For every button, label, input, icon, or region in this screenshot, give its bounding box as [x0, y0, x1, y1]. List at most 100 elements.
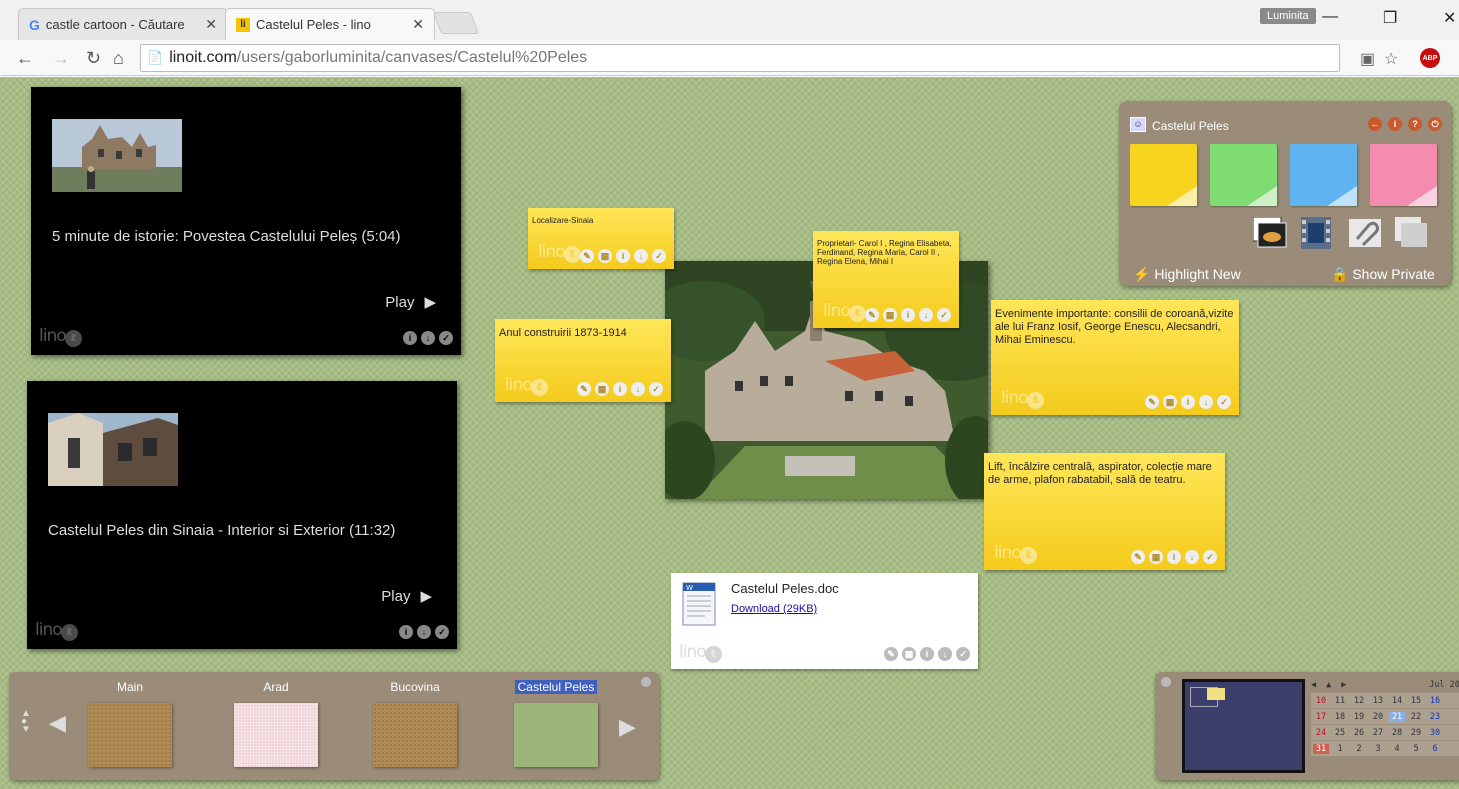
home-icon[interactable]: ▲	[1326, 680, 1331, 692]
pink-sticky-swatch[interactable]	[1370, 144, 1437, 206]
calendar-day[interactable]: 5	[1408, 744, 1424, 754]
calendar-day[interactable]: 22	[1408, 712, 1424, 722]
edit-icon[interactable]: ✎	[1145, 395, 1159, 409]
highlight-new-toggle[interactable]: ⚡ Highlight New	[1133, 266, 1241, 283]
calendar-icon[interactable]: ▦	[595, 382, 609, 396]
canvas-thumbnail[interactable]	[234, 703, 318, 767]
help-icon[interactable]: ?	[1408, 117, 1422, 131]
calendar-day[interactable]: 15	[1408, 696, 1424, 706]
restore-icon[interactable]: ❐	[1383, 8, 1397, 28]
check-icon[interactable]: ✓	[1203, 550, 1217, 564]
info-icon[interactable]: i	[399, 625, 413, 639]
address-bar[interactable]: 📄 linoit.com/users/gaborluminita/canvase…	[140, 44, 1340, 72]
calendar-day[interactable]: 13	[1370, 696, 1386, 706]
canvas-thumbnail[interactable]	[88, 703, 172, 767]
calendar-day[interactable]: 3	[1370, 744, 1386, 754]
yellow-sticky-swatch[interactable]	[1130, 144, 1197, 206]
info-icon[interactable]: i	[403, 331, 417, 345]
back-circle-icon[interactable]: ←	[1368, 117, 1382, 131]
calendar-day[interactable]: 26	[1351, 728, 1367, 738]
calendar-day[interactable]: 2	[1351, 744, 1367, 754]
calendar-day-today[interactable]: 21	[1389, 711, 1405, 722]
calendar-day[interactable]: 20	[1370, 712, 1386, 722]
download-icon[interactable]: ↓	[938, 647, 952, 661]
check-icon[interactable]: ✓	[649, 382, 663, 396]
forward-icon[interactable]: →	[52, 48, 70, 69]
image-tool-icon[interactable]	[1252, 216, 1287, 249]
canvas-tab-bucovina[interactable]: Bucovina	[369, 678, 461, 767]
reload-icon[interactable]: ↻	[86, 48, 101, 69]
canvas-minimap[interactable]	[1182, 679, 1305, 773]
download-icon[interactable]: ↓	[634, 249, 648, 263]
edit-icon[interactable]: ✎	[577, 382, 591, 396]
linoit-canvas[interactable]: 5 minute de istorie: Povestea Castelului…	[0, 77, 1459, 789]
download-icon[interactable]: ↓	[1199, 395, 1213, 409]
download-icon[interactable]: ↓	[421, 331, 435, 345]
adblock-icon[interactable]: ABP	[1420, 48, 1440, 68]
close-icon[interactable]: ✕	[205, 16, 217, 33]
calendar-icon[interactable]: ▦	[883, 308, 897, 322]
tab-google-search[interactable]: G castle cartoon - Căutare G ✕	[18, 8, 228, 40]
calendar-icon[interactable]: ▦	[902, 647, 916, 661]
calendar-day[interactable]: 29	[1408, 728, 1424, 738]
sticky-note[interactable]: Proprietari- Carol I , Regina Elisabeta,…	[813, 231, 959, 328]
calendar-day[interactable]: 30	[1427, 728, 1443, 738]
minimize-icon[interactable]: —	[1322, 8, 1338, 26]
blue-sticky-swatch[interactable]	[1290, 144, 1357, 206]
calendar-icon[interactable]: ▦	[598, 249, 612, 263]
info-icon[interactable]: i	[616, 249, 630, 263]
sticky-note[interactable]: Anul construirii 1873-1914 lino it ✎ ▦ i …	[495, 319, 671, 402]
info-icon[interactable]: i	[901, 308, 915, 322]
edit-icon[interactable]: ✎	[580, 249, 594, 263]
back-icon[interactable]: ←	[16, 48, 34, 69]
calendar-day[interactable]: 14	[1389, 696, 1405, 706]
info-icon[interactable]: i	[613, 382, 627, 396]
info-icon[interactable]: i	[1181, 395, 1195, 409]
play-button[interactable]: Play ▶	[381, 587, 432, 606]
canvas-tab-main[interactable]: Main	[84, 678, 176, 767]
canvas-thumbnail[interactable]	[514, 703, 598, 767]
close-icon[interactable]: ✕	[412, 16, 424, 33]
power-icon[interactable]: ⏻	[1428, 117, 1442, 131]
video-tool-icon[interactable]	[1299, 217, 1333, 249]
check-icon[interactable]: ✓	[937, 308, 951, 322]
sticky-note[interactable]: Lift, încălzire centrală, aspirator, col…	[984, 453, 1225, 570]
calendar-day[interactable]: 10	[1313, 696, 1329, 706]
calendar-day[interactable]: 17	[1313, 712, 1329, 722]
scroll-vertical-icon[interactable]: ▲ ● ▼	[21, 709, 31, 735]
calendar-day[interactable]: 18	[1332, 712, 1348, 722]
calendar-day[interactable]: 6	[1427, 744, 1443, 754]
calendar-day[interactable]: 19	[1351, 712, 1367, 722]
check-icon[interactable]: ✓	[956, 647, 970, 661]
close-panel-icon[interactable]	[1161, 677, 1171, 687]
calendar-day[interactable]: 28	[1389, 728, 1405, 738]
tab-lino-canvas[interactable]: li Castelul Peles - lino ✕	[225, 8, 435, 40]
check-icon[interactable]: ✓	[652, 249, 666, 263]
calendar-day[interactable]: 23	[1427, 712, 1443, 722]
calendar-icon[interactable]: ▦	[1149, 550, 1163, 564]
calendar-day[interactable]: 1	[1332, 744, 1348, 754]
prev-month-icon[interactable]: ◀	[1311, 680, 1316, 692]
sticky-note[interactable]: Localizare-Sinaia lino it ✎ ▦ i ↓ ✓	[528, 208, 674, 269]
video-card[interactable]: Castelul Peles din Sinaia - Interior si …	[27, 381, 457, 649]
check-icon[interactable]: ✓	[435, 625, 449, 639]
bookmark-star-icon[interactable]: ☆	[1384, 49, 1398, 69]
download-icon[interactable]: ↓	[919, 308, 933, 322]
canvas-tab-arad[interactable]: Arad	[230, 678, 322, 767]
next-arrow-icon[interactable]: ▶	[619, 714, 636, 740]
blank-tool-icon[interactable]	[1395, 217, 1429, 249]
calendar-day[interactable]: 25	[1332, 728, 1348, 738]
play-button[interactable]: Play ▶	[385, 293, 436, 312]
prev-arrow-icon[interactable]: ◀	[49, 710, 66, 736]
new-tab-button[interactable]	[432, 12, 480, 34]
canvas-tab-castelul-peles[interactable]: Castelul Peles	[510, 678, 602, 767]
calendar-day[interactable]: 27	[1370, 728, 1386, 738]
download-link[interactable]: Download (29KB)	[731, 603, 817, 615]
check-icon[interactable]: ✓	[439, 331, 453, 345]
edit-icon[interactable]: ✎	[1131, 550, 1145, 564]
calendar-day[interactable]: 12	[1351, 696, 1367, 706]
canvas-title[interactable]: Castelul Peles	[1152, 119, 1229, 133]
calendar-day[interactable]: 24	[1313, 728, 1329, 738]
translate-icon[interactable]: ▣	[1360, 49, 1375, 69]
video-thumbnail[interactable]	[48, 413, 178, 486]
